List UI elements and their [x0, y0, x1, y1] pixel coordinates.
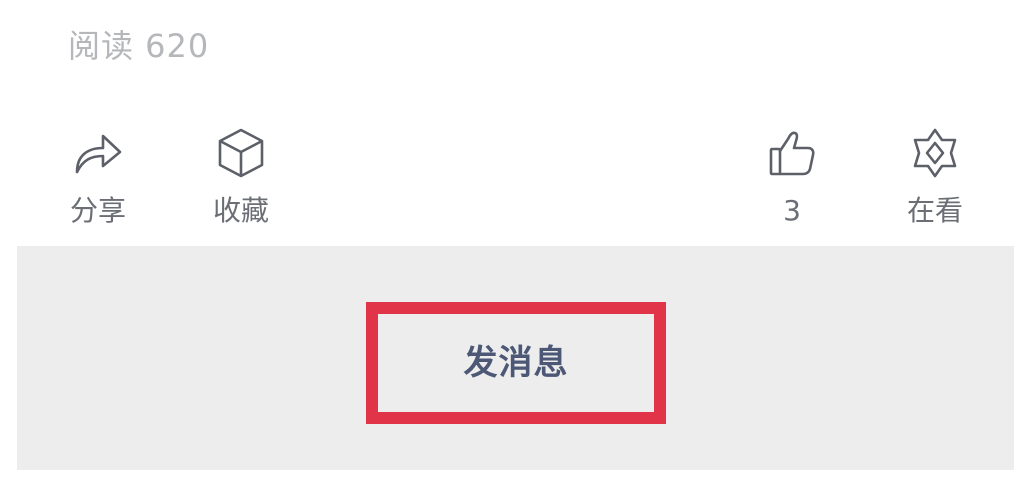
- share-label: 分享: [69, 194, 126, 227]
- like-button[interactable]: 3: [747, 126, 837, 230]
- collect-label: 收藏: [212, 194, 269, 227]
- looking-button[interactable]: 在看: [890, 126, 980, 230]
- share-arrow-icon: [71, 126, 125, 180]
- read-count: 阅读 620: [68, 27, 210, 65]
- like-count: 3: [783, 194, 801, 227]
- cube-icon: [214, 126, 268, 180]
- collect-button[interactable]: 收藏: [196, 126, 286, 230]
- thumbs-up-icon: [765, 126, 819, 180]
- article-footer: 阅读 620 分享 收藏 3 在看 发消息: [0, 0, 1028, 480]
- share-button[interactable]: 分享: [53, 126, 143, 230]
- bottom-bar: 发消息: [17, 246, 1014, 470]
- looking-label: 在看: [906, 194, 963, 227]
- send-message-button[interactable]: 发消息: [366, 302, 666, 424]
- send-message-label: 发消息: [463, 342, 569, 383]
- sparkle-star-icon: [908, 126, 962, 180]
